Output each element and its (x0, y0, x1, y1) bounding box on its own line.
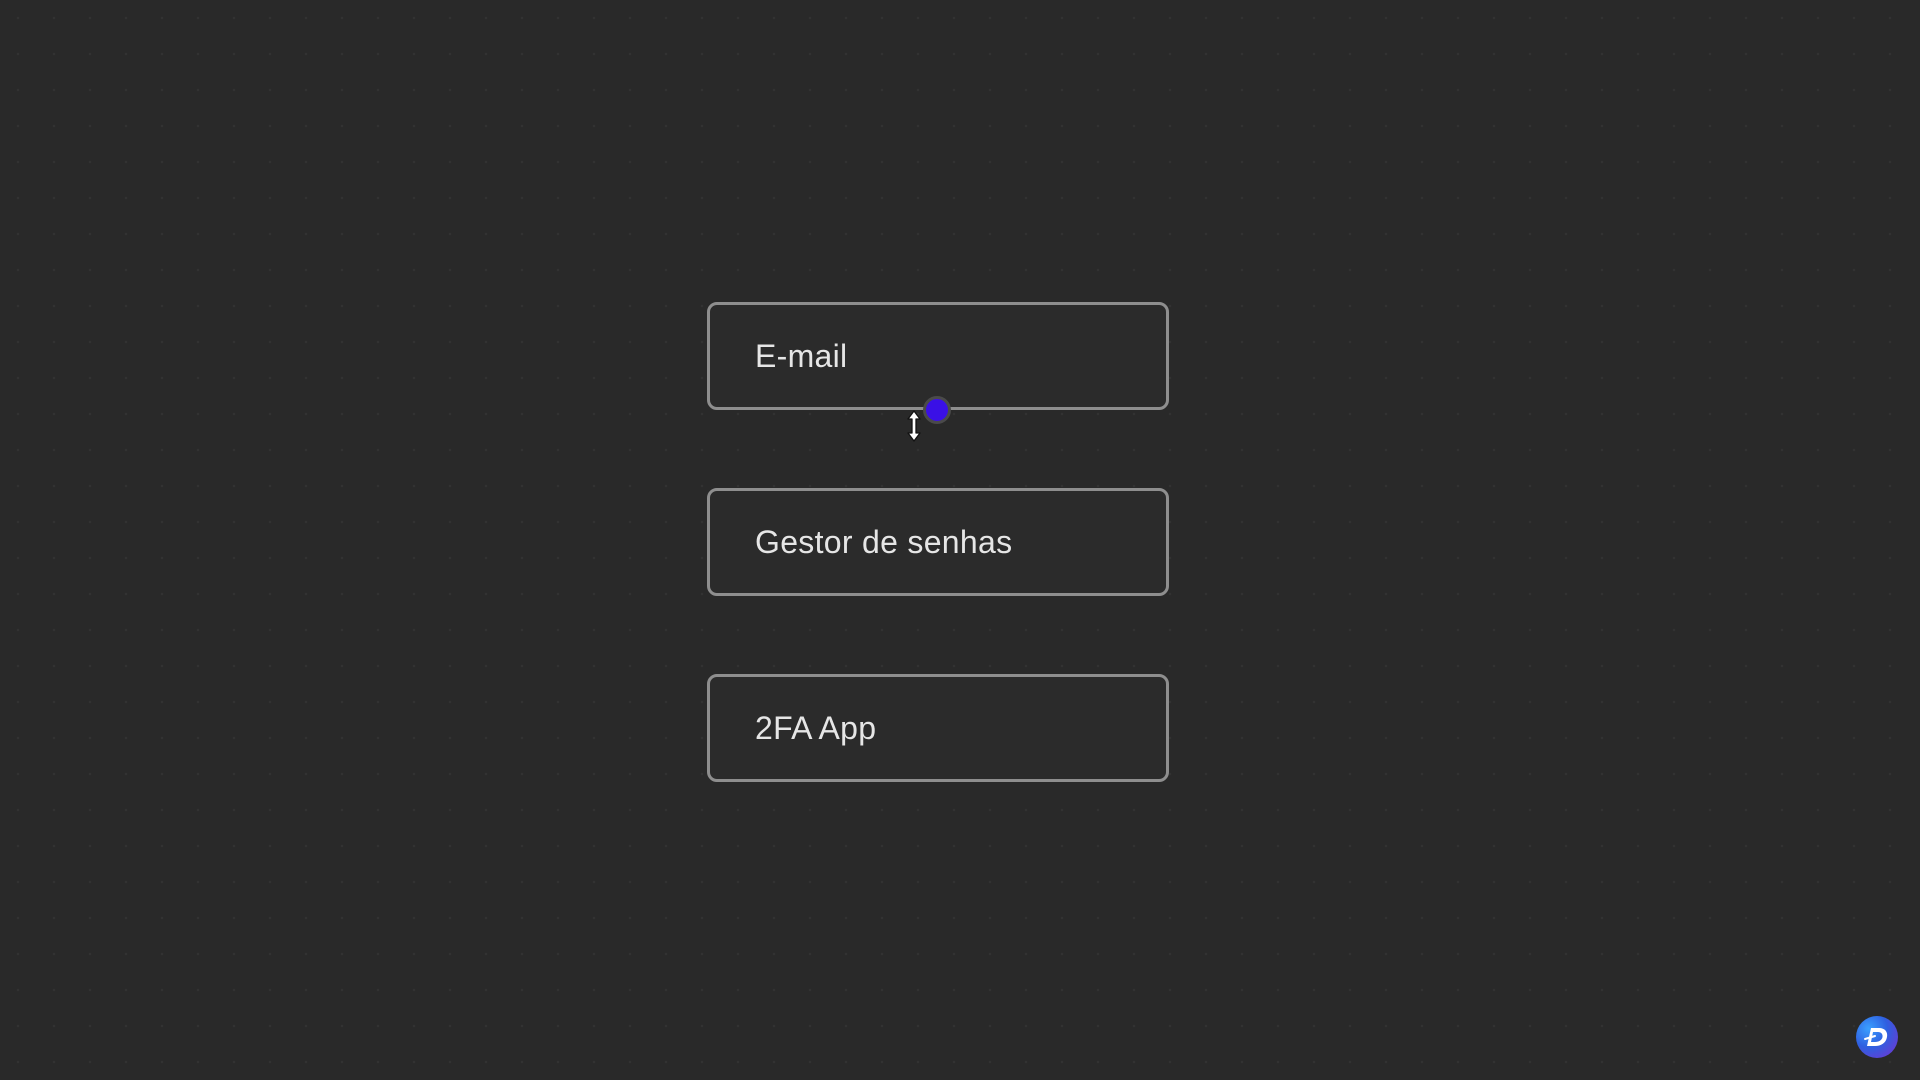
brand-d-glyph-icon (1864, 1028, 1888, 1046)
vertical-resize-cursor-icon (907, 410, 921, 442)
flow-node-email[interactable]: E-mail (707, 302, 1169, 410)
connector-handle[interactable] (923, 396, 951, 424)
node-label: 2FA App (755, 709, 877, 746)
node-label: E-mail (755, 337, 848, 374)
node-label: Gestor de senhas (755, 523, 1013, 560)
flow-node-2fa-app[interactable]: 2FA App (707, 674, 1169, 782)
flow-node-password-manager[interactable]: Gestor de senhas (707, 488, 1169, 596)
brand-d-logo-icon (1856, 1016, 1898, 1058)
flow-canvas[interactable]: E-mail Gestor de senhas 2FA App (0, 0, 1920, 1080)
